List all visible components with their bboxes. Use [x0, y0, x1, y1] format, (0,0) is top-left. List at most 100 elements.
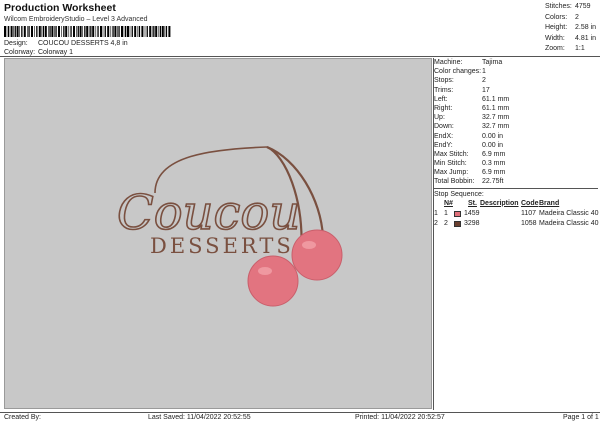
barcode-bar: [23, 26, 26, 37]
thread-code: 3298: [464, 219, 480, 227]
column-header: Description: [480, 199, 519, 207]
colorway-row: Colorway: Colorway 1: [4, 49, 73, 56]
barcode: [4, 26, 171, 37]
barcode-bar: [28, 26, 30, 37]
header-divider: [0, 56, 600, 57]
barcode-bar: [155, 26, 158, 37]
stat-row: Colors: 2: [545, 13, 599, 24]
barcode-bar: [164, 26, 166, 37]
barcode-bar: [77, 26, 79, 37]
needle-number: 2: [444, 219, 448, 227]
barcode-bar: [16, 26, 19, 37]
column-header: St.: [468, 199, 477, 207]
machine-info-row: EndX: 0.00 in: [434, 132, 598, 141]
barcode-bar: [6, 26, 8, 37]
barcode-bar: [58, 26, 60, 37]
page-number: Page 1 of 1: [563, 414, 599, 421]
info-label: Max Jump:: [434, 169, 469, 177]
info-value: 6.9 mm: [482, 150, 506, 158]
stop-sequence-row: 1 1 1459 1107 Madeira Classic 40: [434, 209, 599, 219]
info-value: 1: [482, 68, 486, 76]
barcode-bar: [36, 26, 38, 37]
machine-info-row: Left: 61.1 mm: [434, 95, 598, 104]
color-swatch: [454, 220, 461, 227]
needle-number: 1: [444, 209, 448, 217]
info-value: 32.7 mm: [482, 114, 510, 122]
stat-label: Stitches:: [545, 3, 572, 10]
cherry-highlight: [302, 241, 316, 249]
column-header: N#: [444, 199, 453, 207]
barcode-bar: [134, 26, 137, 37]
barcode-bar: [123, 26, 125, 37]
barcode-bar: [168, 26, 171, 37]
machine-info-row: Max Jump: 6.9 mm: [434, 168, 598, 177]
column-header: Brand: [539, 199, 560, 207]
panel-divider: [434, 187, 598, 189]
barcode-bar: [10, 26, 13, 37]
barcode-bar: [73, 26, 75, 37]
barcode-bar: [146, 26, 148, 37]
machine-info-row: Total Bobbin: 22.75ft: [434, 177, 598, 186]
barcode-bar: [114, 26, 117, 37]
barcode-bar: [127, 26, 129, 37]
barcode-bar: [158, 26, 160, 37]
barcode-bar: [110, 26, 112, 37]
barcode-bar: [4, 26, 6, 37]
barcode-bar: [100, 26, 102, 37]
barcode-bar: [117, 26, 118, 37]
barcode-bar: [19, 26, 20, 37]
barcode-bar: [165, 26, 168, 37]
machine-info-row: Right: 61.1 mm: [434, 104, 598, 113]
printed-date: Printed: 11/04/2022 20:52:57: [355, 414, 445, 421]
colorway-value: Colorway 1: [37, 49, 73, 56]
info-value: 0.3 mm: [482, 160, 506, 168]
colorway-label: Colorway:: [4, 49, 36, 56]
barcode-bar: [68, 26, 70, 37]
thread-brand: Madeira Classic 40: [539, 209, 599, 217]
stitch-count: 1058: [521, 219, 537, 227]
color-swatch: [454, 210, 461, 217]
barcode-bar: [90, 26, 92, 37]
stat-value: 1:1: [575, 45, 585, 52]
machine-info-row: Max Stitch: 6.9 mm: [434, 150, 598, 159]
column-header: Code: [521, 199, 539, 207]
barcode-bar: [79, 26, 82, 37]
stat-row: Height: 2.58 in: [545, 23, 599, 34]
stitch-count: 1107: [521, 209, 537, 217]
info-label: EndY:: [434, 141, 453, 149]
barcode-bar: [63, 26, 65, 37]
thread-code: 1459: [464, 209, 480, 217]
block-text: DESSERTS: [150, 234, 294, 258]
info-value: 17: [482, 86, 490, 94]
info-label: Left:: [434, 95, 448, 103]
machine-info-panel: Machine: Tajima Color changes:1 Stops: 2 Trim…: [434, 58, 599, 229]
barcode-bar: [70, 26, 72, 37]
stat-label: Zoom:: [545, 45, 565, 52]
design-row: Design: COUCOU DESSERTS 4,8 in: [4, 40, 128, 47]
barcode-bar: [82, 26, 83, 37]
barcode-bar: [118, 26, 120, 37]
barcode-bar: [51, 26, 54, 37]
barcode-bar: [86, 26, 89, 37]
stat-row: Width: 4.81 in: [545, 34, 599, 45]
barcode-bar: [121, 26, 123, 37]
info-label: Down:: [434, 123, 454, 131]
barcode-bar: [44, 26, 47, 37]
info-value: 61.1 mm: [482, 104, 510, 112]
barcode-bar: [141, 26, 144, 37]
cherry-highlight: [258, 267, 272, 275]
info-label: Right:: [434, 104, 453, 112]
stop-sequence-title: Stop Sequence:: [434, 190, 484, 198]
stop-sequence-row: 2 2 3298 1058 Madeira Classic 40: [434, 219, 599, 229]
barcode-bar: [159, 26, 162, 37]
stat-value: 4.81 in: [575, 34, 597, 42]
machine-info-row: Down: 32.7 mm: [434, 122, 598, 131]
design-preview: Coucou DESSERTS: [4, 58, 432, 409]
barcode-bar: [65, 26, 68, 37]
machine-info-row: EndY: 0.00 in: [434, 141, 598, 150]
machine-info-row: Trims: 17: [434, 86, 598, 95]
info-value: 22.75ft: [482, 178, 504, 186]
barcode-bar: [104, 26, 106, 37]
stat-label: Width:: [545, 34, 565, 42]
info-label: Trims:: [434, 86, 454, 94]
